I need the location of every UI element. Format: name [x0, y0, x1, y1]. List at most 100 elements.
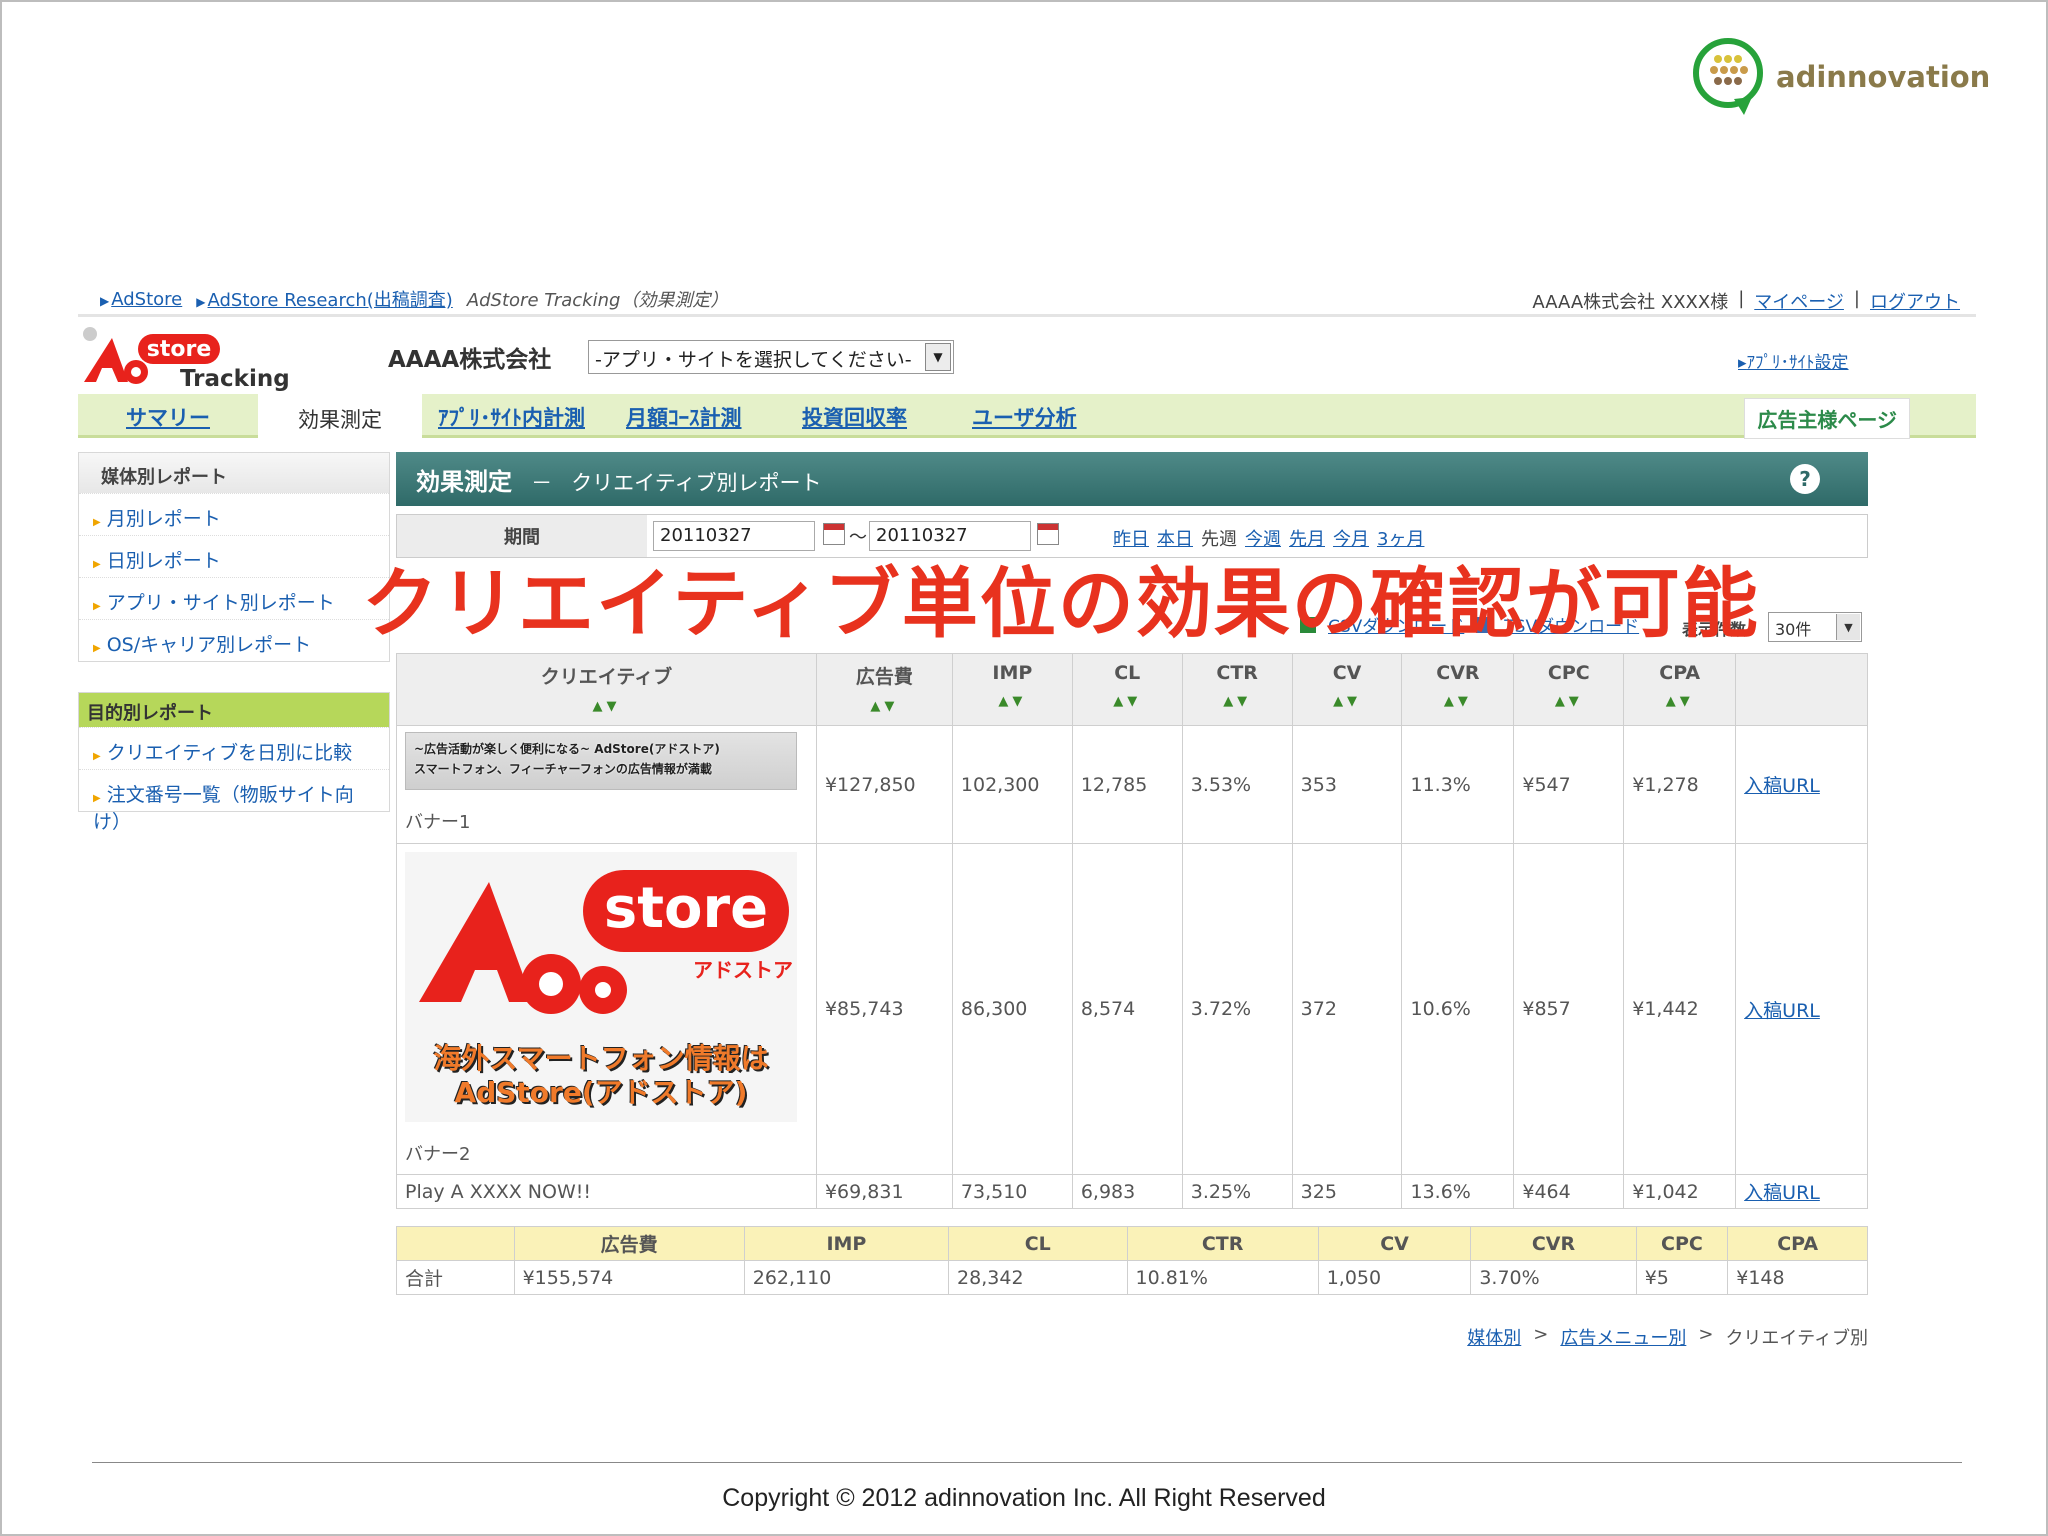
tab-roi[interactable]: 投資回収率 [802, 402, 907, 432]
submission-url-link[interactable]: 入稿URL [1744, 1182, 1820, 1204]
col-header-cpa: CPA ▲▼ [1623, 653, 1737, 726]
main-nav: サマリー 効果測定 ｱﾌﾟﾘ･ｻｲﾄ内計測 月額ｺｰｽ計測 投資回収率 ユーザ分… [78, 394, 1976, 439]
sort-arrows-icon[interactable]: ▲▼ [1073, 694, 1182, 709]
site-select-value: -アプリ・サイトを選択してください- [595, 349, 912, 371]
sort-arrows-icon[interactable]: ▲▼ [817, 699, 952, 714]
sort-arrows-icon[interactable]: ▲▼ [1293, 694, 1402, 709]
col-header-cv: CV ▲▼ [1291, 653, 1403, 726]
headline-overlay: クリエイティブ単位の効果の確認が可能 [362, 559, 1760, 648]
cell-cost: ¥85,743 [815, 843, 953, 1175]
tab-effect[interactable]: 効果測定 [258, 394, 422, 438]
bullet-icon: ▶ [93, 793, 101, 804]
sort-arrows-icon[interactable]: ▲▼ [397, 699, 816, 714]
col-header-creative: クリエイティブ ▲▼ [396, 653, 817, 726]
creative-report-table: クリエイティブ ▲▼ 広告費 ▲▼ IMP ▲▼ CL ▲▼ CTR ▲▼ CV ▲▼ CV… [396, 653, 1868, 1209]
banner-store-pill: store [583, 870, 789, 952]
advertiser-page-badge[interactable]: 広告主様ページ [1744, 398, 1910, 439]
creative-cell: ~広告活動が楽しく便利になる~ AdStore(アドストア) スマートフォン、フ… [396, 725, 817, 844]
panel-dash: － [531, 471, 553, 495]
crumb-adstore-link[interactable]: AdStore [111, 289, 182, 310]
chevron-down-icon[interactable]: ▼ [925, 343, 951, 371]
cell-cl: 6,983 [1071, 1174, 1183, 1209]
logo-store-text: store [147, 337, 212, 362]
sidebar-item-daily[interactable]: ▶ 日別レポート [79, 535, 389, 577]
app-settings-link[interactable]: ▸ｱﾌﾟﾘ･ｻｲﾄ設定 [1738, 348, 1849, 373]
cell-cvr: 13.6% [1401, 1174, 1515, 1209]
top-divider [78, 314, 1976, 317]
panel-subtitle: クリエイティブ別レポート [571, 471, 822, 495]
cell-cpc: ¥857 [1513, 843, 1625, 1175]
separator: | [1853, 288, 1860, 309]
bullet-icon: ▶ [93, 751, 101, 762]
total-ctr: 10.81% [1126, 1260, 1319, 1295]
cell-cv: 353 [1291, 725, 1403, 844]
adinnovation-mark-icon [1690, 37, 1770, 117]
submission-url-link[interactable]: 入稿URL [1744, 1000, 1820, 1022]
creative-text-cell: Play A XXXX NOW!! [396, 1174, 817, 1209]
sidebar-media-heading: 媒体別レポート [79, 453, 389, 493]
sort-arrows-icon[interactable]: ▲▼ [1402, 694, 1513, 709]
tab-summary[interactable]: サマリー [126, 402, 210, 432]
crumb-media-link[interactable]: 媒体別 [1467, 1324, 1521, 1350]
sort-arrows-icon[interactable]: ▲▼ [953, 694, 1072, 709]
copyright-text: Copyright © 2012 adinnovation Inc. All R… [722, 1484, 1326, 1512]
sidebar-item-os-carrier[interactable]: ▶ OS/キャリア別レポート [79, 619, 389, 661]
separator: | [1738, 288, 1745, 309]
cell-ctr: 3.25% [1181, 1174, 1293, 1209]
cell-cl: 12,785 [1071, 725, 1183, 844]
logo-tracking-text: Tracking [180, 366, 290, 392]
top-breadcrumb: ▶ AdStore ▶ AdStore Research(出稿調査) AdStore… [100, 286, 728, 312]
crumb-research-link[interactable]: AdStore Research(出稿調査) [207, 290, 452, 311]
link-cell: 入稿URL [1735, 843, 1868, 1175]
cell-imp: 73,510 [951, 1174, 1073, 1209]
cell-imp: 86,300 [951, 843, 1073, 1175]
crumb-current: AdStore Tracking（効果測定） [466, 290, 729, 311]
chevron-down-icon[interactable]: ▼ [1836, 614, 1860, 640]
sidebar-item-app-site[interactable]: ▶ アプリ・サイト別レポート [79, 577, 389, 619]
total-cvr: 3.70% [1470, 1260, 1637, 1295]
triangle-right-icon: ▶ [196, 295, 206, 309]
sidebar-item-order-list[interactable]: ▶ 注文番号一覧（物販サイト向け） [79, 769, 389, 833]
tab-monthly[interactable]: 月額ｺｰｽ計測 [626, 402, 742, 432]
triangle-right-icon: ▸ [1738, 353, 1747, 373]
col-header-link [1735, 653, 1868, 726]
total-header-cpc: CPC [1635, 1226, 1729, 1261]
col-header-cost: 広告費 ▲▼ [815, 653, 953, 726]
help-icon[interactable]: ? [1790, 464, 1820, 494]
sidebar-item-monthly[interactable]: ▶ 月別レポート [79, 493, 389, 535]
link-cell: 入稿URL [1735, 725, 1868, 844]
total-row: 合計 ¥155,574 262,110 28,342 10.81% 1,050 … [396, 1260, 1868, 1295]
tab-user-analysis[interactable]: ユーザ分析 [972, 402, 1077, 432]
cell-cpa: ¥1,442 [1623, 843, 1737, 1175]
banner-sub-text: アドストア [693, 958, 793, 982]
logout-link[interactable]: ログアウト [1870, 288, 1960, 314]
site-select[interactable]: -アプリ・サイトを選択してください- ▼ [588, 340, 954, 374]
banner-1-image: ~広告活動が楽しく便利になる~ AdStore(アドストア) スマートフォン、フ… [405, 732, 797, 790]
triangle-right-icon: ▶ [100, 293, 110, 308]
cell-imp: 102,300 [951, 725, 1073, 844]
sort-arrows-icon[interactable]: ▲▼ [1624, 694, 1735, 709]
mypage-link[interactable]: マイページ [1754, 288, 1844, 314]
total-header-cv: CV [1317, 1226, 1472, 1261]
col-header-cl: CL ▲▼ [1071, 653, 1183, 726]
total-header-label [396, 1226, 515, 1261]
adstore-tracking-logo: store Tracking [78, 324, 298, 394]
cell-cvr: 10.6% [1401, 843, 1515, 1175]
col-header-ctr: CTR ▲▼ [1181, 653, 1293, 726]
sort-arrows-icon[interactable]: ▲▼ [1514, 694, 1623, 709]
panel-title: 効果測定 [416, 468, 512, 496]
total-label: 合計 [396, 1260, 515, 1295]
total-imp: 262,110 [743, 1260, 950, 1295]
count-select[interactable]: 30件 ▼ [1768, 612, 1862, 642]
banner-message: 海外スマートフォン情報は AdStore(アドストア) [433, 1042, 769, 1109]
sidebar-item-creative-compare[interactable]: ▶ クリエイティブを日別に比較 [79, 727, 389, 769]
total-header-cvr: CVR [1470, 1226, 1637, 1261]
bullet-icon: ▶ [93, 559, 101, 570]
submission-url-link[interactable]: 入稿URL [1744, 775, 1820, 797]
sort-arrows-icon[interactable]: ▲▼ [1183, 694, 1292, 709]
crumb-separator: > [1533, 1324, 1549, 1345]
footer-divider [92, 1462, 1962, 1463]
bullet-icon: ▶ [93, 517, 101, 528]
crumb-ad-menu-link[interactable]: 広告メニュー別 [1560, 1324, 1686, 1350]
tab-in-app[interactable]: ｱﾌﾟﾘ･ｻｲﾄ内計測 [438, 402, 585, 432]
